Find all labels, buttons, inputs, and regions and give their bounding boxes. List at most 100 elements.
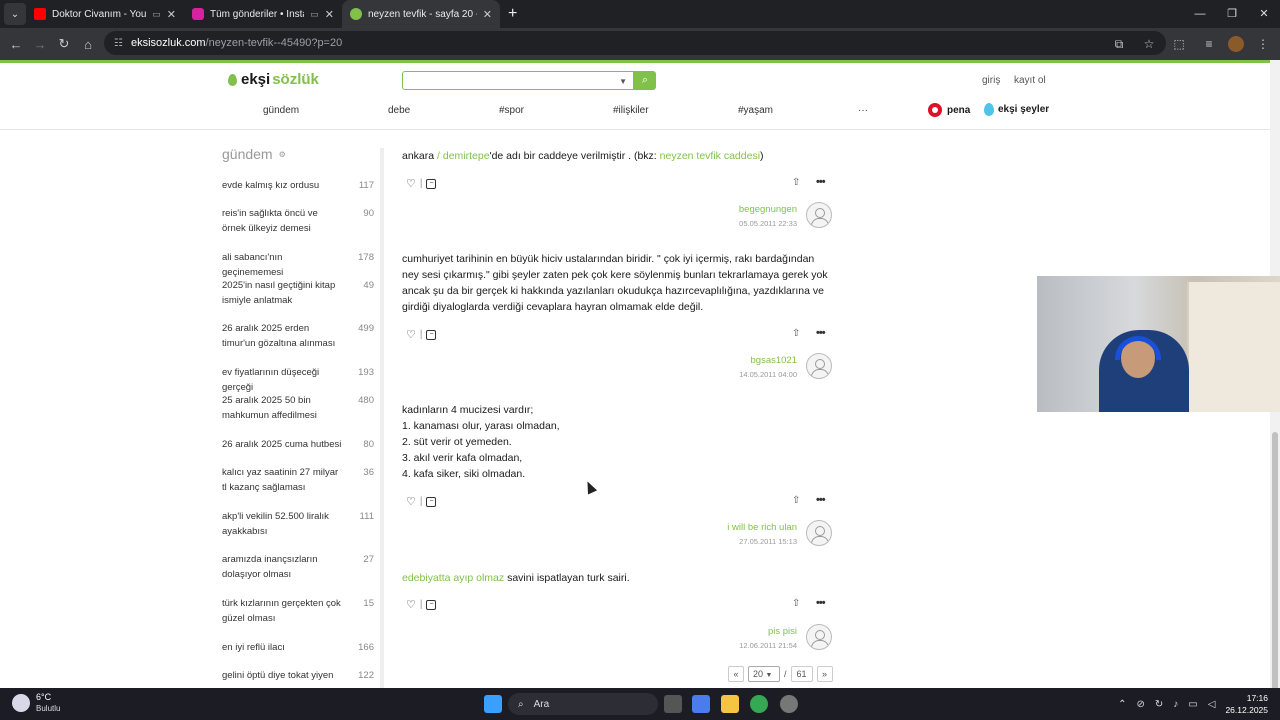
back-icon[interactable]: ← [4,37,28,52]
volume-icon[interactable]: ◁ [1208,699,1216,710]
nav-debe[interactable]: debe [388,105,410,116]
maximize-icon[interactable]: ❐ [1216,0,1248,28]
list-item[interactable]: reis'in sağlıkta öncü ve örnek ülkeyiz d… [222,206,374,236]
site-logo[interactable]: ekşi sözlük [228,71,319,88]
avatar[interactable] [806,624,832,650]
list-item[interactable]: ali sabancı'nın geçinememesi 178 [222,250,374,280]
list-item[interactable]: kalıcı yaz saatinin 27 milyar tl kazanç … [222,465,374,495]
copilot-icon[interactable] [692,695,710,713]
list-item[interactable]: evde kalmış kız ordusu 117 [222,178,374,193]
tab-eksisozluk[interactable]: neyzen tevfik - sayfa 20 - ekşi s ✕ [342,0,500,28]
search-dropdown-icon[interactable]: ▼ [619,77,627,86]
task-view-icon[interactable] [664,695,682,713]
search-button[interactable]: ⌕ [634,71,656,90]
share-icon[interactable]: ⇧ [792,328,800,339]
list-item[interactable]: 25 aralık 2025 50 bin mahkumun affedilme… [222,393,374,423]
author-name[interactable]: i will be rich ulan [727,522,797,533]
list-item[interactable]: akp'li vekilin 52.500 liralık ayakkabısı… [222,509,374,539]
heart-icon[interactable]: ♡ [406,177,416,190]
display-icon[interactable]: ▭ [1188,699,1197,710]
list-item[interactable]: 2025'in nasıl geçtiğini kitap ismiyle an… [222,278,374,308]
chrome-icon[interactable] [750,695,768,713]
entry-date[interactable]: 12.06.2011 21:54 [739,641,797,650]
next-page-button[interactable]: » [816,666,833,682]
site-info-icon[interactable]: ☷ [114,38,123,49]
prev-page-button[interactable]: « [728,666,744,682]
list-item[interactable]: ev fiyatlarının düşeceği gerçeği 193 [222,365,374,395]
media-icon[interactable]: ≡ [1198,37,1220,51]
bkz-link[interactable]: edebiyatta ayıp olmaz [402,572,504,584]
last-page-button[interactable]: 61 [790,666,813,682]
minimize-icon[interactable]: — [1184,0,1216,28]
nav-spor[interactable]: #spor [499,105,524,116]
clock[interactable]: 17:16 26.12.2025 [1225,692,1268,716]
pena-link[interactable]: pena [928,103,970,117]
gear-icon[interactable]: ⚙ [279,150,286,159]
file-explorer-icon[interactable] [721,695,739,713]
share-icon[interactable]: ⇧ [792,177,800,188]
list-item[interactable]: türk kızlarının gerçekten çok güzel olma… [222,596,374,626]
profile-avatar[interactable] [1228,36,1244,52]
share-icon[interactable]: ⇧ [792,495,800,506]
list-item[interactable]: aramızda inançsızların dolaşıyor olması 2… [222,552,374,582]
entry-date[interactable]: 05.05.2011 22:33 [739,219,797,228]
nav-gundem[interactable]: gündem [263,105,299,116]
more-options-icon[interactable]: ••• [816,494,826,506]
entry-link[interactable]: / demirtepe [437,150,490,162]
avatar[interactable] [806,202,832,228]
menu-kebab-icon[interactable]: ⋮ [1252,37,1274,51]
minus-icon[interactable]: − [426,178,437,189]
bookmark-star-icon[interactable]: ☆ [1138,37,1160,51]
list-item[interactable]: 26 aralık 2025 erden timur'un gözaltına … [222,321,374,351]
sidebar-scrollbar[interactable] [380,148,384,688]
heart-icon[interactable]: ♡ [406,495,416,508]
steam-icon[interactable] [780,695,798,713]
reload-icon[interactable]: ↻ [52,36,76,52]
tab-instagram[interactable]: Tüm gönderiler • Instagram ▭ ✕ [184,0,342,28]
heart-icon[interactable]: ♡ [406,598,416,611]
nav-more[interactable]: ··· [858,105,868,116]
author-name[interactable]: bgsas1021 [739,355,797,366]
heart-icon[interactable]: ♡ [406,328,416,341]
share-icon[interactable]: ⇧ [792,598,800,609]
address-bar[interactable]: ☷ eksisozluk.com /neyzen-tevfik--45490?p… [104,31,1166,55]
new-tab-button[interactable]: + [508,5,517,23]
close-icon[interactable]: ✕ [167,8,176,21]
more-options-icon[interactable]: ••• [816,176,826,188]
search-input[interactable]: ▼ [402,71,634,90]
tab-youtube[interactable]: Doktor Civanım - YouTube ▭ ✕ [26,0,184,28]
home-icon[interactable]: ⌂ [76,37,100,52]
start-icon[interactable] [484,695,502,713]
forward-icon[interactable]: → [28,37,52,52]
install-app-icon[interactable]: ⧉ [1108,37,1130,52]
author-name[interactable]: begegnungen [739,204,797,215]
author-name[interactable]: pis pisi [739,626,797,637]
taskbar-search[interactable]: ⌕ Ara [508,693,658,715]
tab-search-icon[interactable]: ⌄ [4,3,26,25]
close-icon[interactable]: ✕ [483,8,492,21]
nav-yasam[interactable]: #yaşam [738,105,773,116]
more-options-icon[interactable]: ••• [816,597,826,609]
sync-icon[interactable]: ↻ [1155,699,1163,710]
more-options-icon[interactable]: ••• [816,327,826,339]
list-item[interactable]: 26 aralık 2025 cuma hutbesi 80 [222,437,374,452]
list-item[interactable]: en iyi reflü ilacı 166 [222,640,374,655]
nav-iliskiler[interactable]: #ilişkiler [613,105,649,116]
bkz-link[interactable]: neyzen tevfik caddesi [660,150,760,162]
close-window-icon[interactable]: ✕ [1248,0,1280,28]
network-icon[interactable]: ⊘ [1137,699,1145,710]
mic-icon[interactable]: ♪ [1173,699,1178,710]
minus-icon[interactable]: − [426,599,437,610]
page-select[interactable]: 20 ▼ [748,666,780,682]
eksi-seyler-link[interactable]: ekşi şeyler [984,103,1049,116]
close-icon[interactable]: ✕ [325,8,334,21]
extensions-icon[interactable]: ⬚ [1168,37,1190,51]
avatar[interactable] [806,353,832,379]
avatar[interactable] [806,520,832,546]
weather-widget[interactable]: 6°C Bulutlu [12,692,60,714]
minus-icon[interactable]: − [426,496,437,507]
entry-date[interactable]: 14.05.2011 04:00 [739,370,797,379]
minus-icon[interactable]: − [426,329,437,340]
chevron-up-icon[interactable]: ⌃ [1118,699,1126,710]
scrollbar-thumb[interactable] [1272,432,1278,718]
